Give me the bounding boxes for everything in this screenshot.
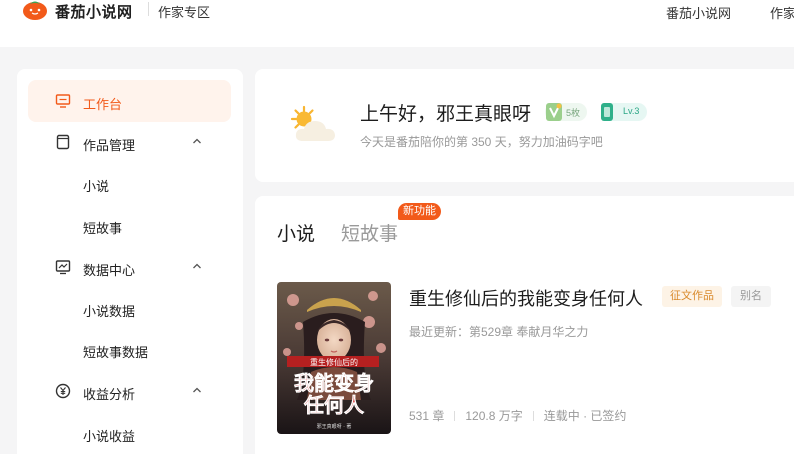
sidebar-subitem-novel-data[interactable]: 小说数据	[83, 301, 135, 320]
sidebar-item-label: 工作台	[83, 97, 123, 112]
medal-count: 5枚	[566, 108, 581, 118]
book-status: 连载中 · 已签约	[543, 409, 627, 423]
sidebar-item-workbench[interactable]: 工作台	[28, 80, 231, 122]
tab-novel[interactable]: 小说	[277, 219, 315, 246]
contest-tag: 征文作品	[662, 286, 722, 307]
monitor-icon	[55, 94, 71, 108]
sidebar-item-label: 收益分析	[83, 387, 136, 402]
sidebar-item-works-management[interactable]: 作品管理	[28, 121, 231, 163]
sidebar-subitem-short-story[interactable]: 短故事	[83, 218, 122, 237]
book-title[interactable]: 重生修仙后的我能变身任何人	[409, 285, 643, 311]
book-cover[interactable]: 重生修仙后的 我能变身 任何人 邪王真眼呀 · 著	[277, 282, 391, 434]
sidebar-item-label: 作品管理	[83, 138, 136, 153]
author-zone-label: 作家专区	[158, 5, 211, 20]
new-feature-badge: 新功能	[398, 203, 441, 220]
sidebar-subitem-short-story-data[interactable]: 短故事数据	[83, 342, 148, 361]
latest-update[interactable]: 最近更新：第529章 奉献月华之力	[409, 323, 588, 340]
chevron-up-icon[interactable]	[192, 385, 202, 395]
word-count: 120.8 万字	[465, 409, 523, 423]
sidebar-subitem-novel[interactable]: 小说	[83, 176, 109, 195]
medal-icon	[546, 103, 562, 121]
medal-badge[interactable]: 5枚	[545, 103, 587, 121]
greeting-title: 上午好，邪王真眼呀	[360, 104, 532, 125]
stats-divider	[532, 411, 534, 421]
chevron-up-icon[interactable]	[192, 261, 202, 271]
alias-button[interactable]: 别名	[731, 286, 771, 307]
sidebar-item-data-center[interactable]: 数据中心	[28, 246, 231, 288]
level-text: Lv.3	[623, 106, 640, 116]
level-badge[interactable]: Lv.3	[601, 103, 647, 121]
top-header: 番茄小说网 作家专区 番茄小说网 作家	[0, 0, 794, 47]
cover-big-line2: 任何人	[303, 393, 365, 417]
logo-text[interactable]: 番茄小说网	[55, 1, 133, 22]
nav-link-fanqie[interactable]: 番茄小说网	[666, 3, 731, 22]
level-icon	[601, 103, 613, 121]
cover-small-title: 重生修仙后的	[310, 357, 358, 367]
stats-divider	[454, 411, 456, 421]
works-card: 小说 短故事 新功能 重生修仙后的 我能变身 任何人 邪王真眼呀 · 著 重生修…	[255, 196, 794, 454]
sidebar: 工作台 作品管理 小说 短故事 数据中心 小说数据 短故事数据 收益分析 小说收…	[17, 69, 243, 454]
chart-icon	[55, 260, 71, 275]
greeting-subtitle: 今天是番茄陪你的第 350 天，努力加油码字吧	[360, 135, 603, 149]
chapter-count: 531 章	[409, 409, 445, 423]
book-stats: 531 章 120.8 万字 连载中 · 已签约	[409, 407, 626, 424]
nav-link-author[interactable]: 作家	[770, 3, 794, 22]
cover-big-line1: 我能变身	[294, 371, 374, 395]
header-divider	[148, 2, 149, 16]
document-icon	[56, 134, 70, 150]
sun-cloud-icon	[290, 105, 335, 141]
sidebar-subitem-novel-revenue[interactable]: 小说收益	[83, 426, 135, 445]
yuan-icon	[55, 383, 71, 399]
cover-author: 邪王真眼呀 · 著	[317, 423, 352, 430]
chevron-up-icon[interactable]	[192, 136, 202, 146]
sidebar-item-label: 数据中心	[83, 263, 136, 278]
tab-short-story[interactable]: 短故事	[341, 219, 398, 246]
sidebar-item-revenue-analysis[interactable]: 收益分析	[28, 370, 231, 412]
tomato-logo-icon[interactable]	[22, 0, 48, 22]
book-cover-art: 重生修仙后的 我能变身 任何人 邪王真眼呀 · 著	[277, 282, 391, 434]
greeting-card: 上午好，邪王真眼呀 5枚 Lv.3 今天是番茄陪你的第 350 天，努力加油码字…	[255, 69, 794, 182]
